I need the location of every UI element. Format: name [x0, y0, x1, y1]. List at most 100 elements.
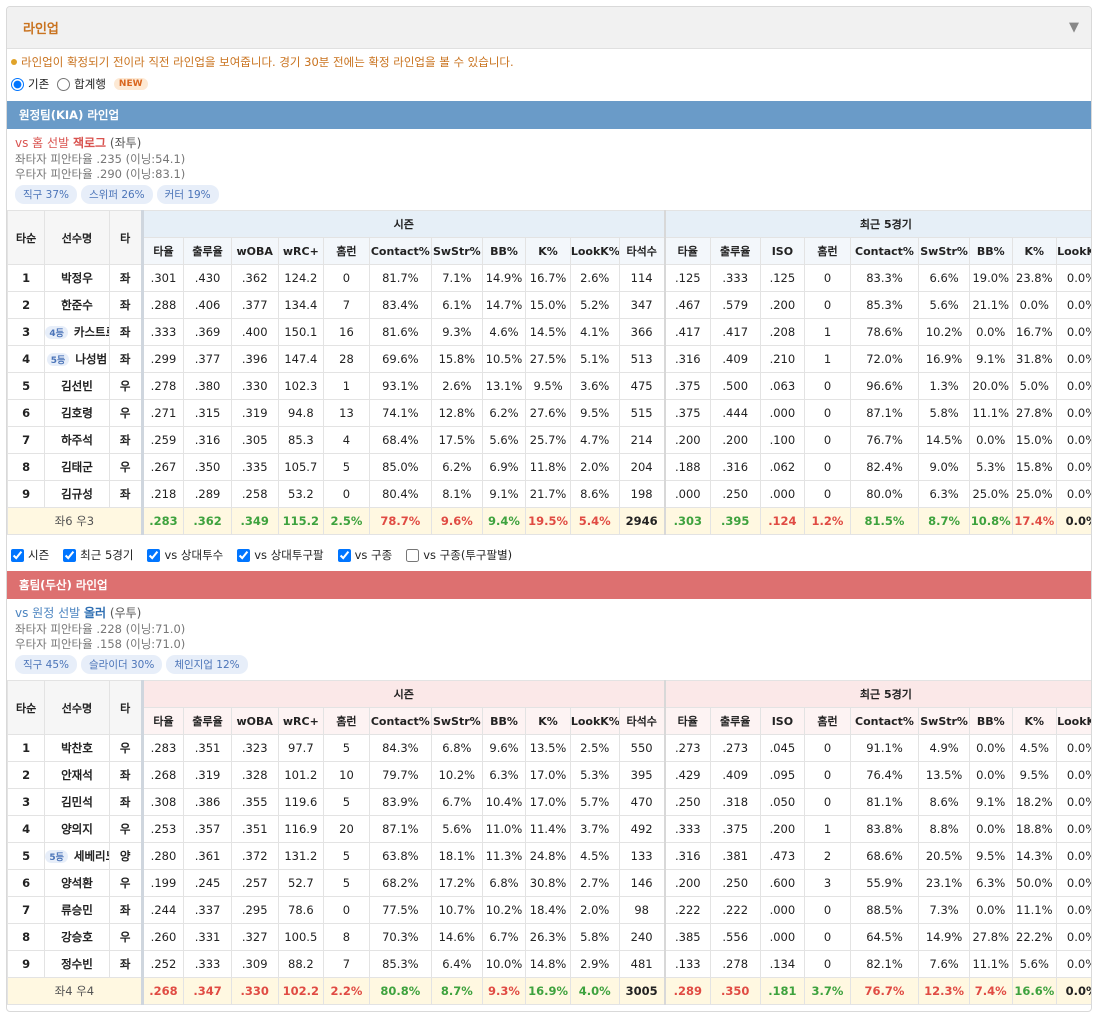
col-season-stat[interactable]: 타율: [141, 707, 185, 735]
filter-checkbox-input[interactable]: [337, 548, 351, 562]
col-season-stat[interactable]: BB%: [481, 707, 527, 735]
col-recent-stat[interactable]: Contact%: [849, 707, 920, 735]
filter-checkbox-input[interactable]: [147, 548, 161, 562]
filter-checkbox-input[interactable]: [406, 548, 420, 562]
col-season-stat[interactable]: wOBA: [230, 237, 279, 265]
player-name[interactable]: 정수빈: [61, 957, 93, 971]
player-name-cell[interactable]: 박찬호: [44, 734, 110, 762]
col-season-stat[interactable]: 홈런: [323, 237, 370, 265]
player-name-cell[interactable]: 강승호: [44, 923, 110, 951]
panel-header[interactable]: 라인업 ▼: [7, 7, 1091, 49]
player-name-cell[interactable]: 하주석: [44, 426, 110, 454]
filter-checkbox[interactable]: 최근 5경기: [63, 547, 133, 563]
filter-checkbox[interactable]: 시즌: [11, 547, 49, 563]
player-name-cell[interactable]: 양석환: [44, 869, 110, 897]
radio-default-input[interactable]: [11, 77, 24, 91]
col-season-stat[interactable]: K%: [525, 237, 571, 265]
player-name-cell[interactable]: 김민석: [44, 788, 110, 816]
player-name-cell[interactable]: 김태군: [44, 453, 110, 481]
player-name[interactable]: 김규성: [61, 487, 93, 501]
player-name[interactable]: 안재석: [61, 768, 93, 782]
col-season-stat[interactable]: 출루율: [183, 707, 232, 735]
player-name-cell[interactable]: 김호령: [44, 399, 110, 427]
col-recent-stat[interactable]: 타율: [664, 237, 711, 265]
col-season-stat[interactable]: 출루율: [183, 237, 232, 265]
filter-checkbox[interactable]: vs 구종(투구팔별): [406, 547, 512, 563]
col-season-stat[interactable]: SwStr%: [430, 707, 483, 735]
filter-checkbox-input[interactable]: [11, 548, 24, 562]
col-season-stat[interactable]: Contact%: [368, 237, 432, 265]
player-name[interactable]: 김호령: [61, 406, 93, 420]
col-season-stat[interactable]: K%: [525, 707, 571, 735]
col-season-stat[interactable]: 타율: [141, 237, 185, 265]
col-season-stat[interactable]: 홈런: [323, 707, 370, 735]
radio-total-input[interactable]: [57, 77, 71, 91]
player-name-cell[interactable]: 김선빈: [44, 372, 110, 400]
player-name[interactable]: 한준수: [61, 298, 93, 312]
col-season-stat[interactable]: 타석수: [618, 237, 666, 265]
player-name[interactable]: 김선빈: [61, 379, 93, 393]
col-season-stat[interactable]: Contact%: [368, 707, 432, 735]
col-recent-stat[interactable]: SwStr%: [918, 707, 970, 735]
triangle-down-icon[interactable]: ▼: [1069, 20, 1079, 35]
player-name-cell[interactable]: 안재석: [44, 761, 110, 789]
filter-checkbox-input[interactable]: [237, 548, 251, 562]
recent-stat-cell: 85.3%: [849, 291, 920, 319]
col-recent-stat[interactable]: BB%: [969, 237, 1013, 265]
player-name[interactable]: 김태군: [61, 460, 93, 474]
col-season-stat[interactable]: BB%: [481, 237, 527, 265]
col-recent-stat[interactable]: 타율: [664, 707, 711, 735]
player-name-cell[interactable]: 4등 카스트로: [44, 318, 110, 346]
filter-checkbox[interactable]: vs 구종: [337, 547, 392, 563]
player-name-cell[interactable]: 5등 나성범: [44, 345, 110, 373]
player-name-cell[interactable]: 정수빈: [44, 950, 110, 978]
col-recent-stat[interactable]: LookK%: [1056, 707, 1091, 735]
col-recent-stat[interactable]: K%: [1011, 237, 1058, 265]
col-season-stat[interactable]: SwStr%: [430, 237, 483, 265]
col-recent-stat[interactable]: 홈런: [804, 707, 851, 735]
radio-total[interactable]: 합계행: [57, 76, 106, 92]
col-season-stat[interactable]: wRC+: [277, 237, 325, 265]
col-recent-stat[interactable]: BB%: [969, 707, 1013, 735]
player-name[interactable]: 세베리노: [74, 849, 108, 863]
player-name[interactable]: 김민석: [61, 795, 93, 809]
player-name-cell[interactable]: 양의지: [44, 815, 110, 843]
col-season-stat[interactable]: wRC+: [277, 707, 325, 735]
away-pitcher-name[interactable]: 잭로그: [73, 136, 106, 150]
player-name[interactable]: 박정우: [61, 271, 93, 285]
batting-order: 2: [7, 761, 46, 789]
recent-stat-cell: 0.0%: [969, 761, 1013, 789]
col-recent-stat[interactable]: SwStr%: [918, 237, 970, 265]
col-season-stat[interactable]: LookK%: [569, 237, 620, 265]
filter-checkbox[interactable]: vs 상대투수: [147, 547, 223, 563]
col-recent-stat[interactable]: ISO: [759, 707, 806, 735]
player-name-cell[interactable]: 류승민: [44, 896, 110, 924]
player-name[interactable]: 카스트로: [74, 325, 108, 339]
filter-checkbox[interactable]: vs 상대투구팔: [237, 547, 324, 563]
player-name[interactable]: 강승호: [61, 930, 93, 944]
player-name[interactable]: 나성범: [75, 352, 107, 366]
player-name[interactable]: 박찬호: [61, 741, 93, 755]
home-pitcher-name[interactable]: 올러: [84, 606, 106, 620]
player-name-cell[interactable]: 김규성: [44, 480, 110, 508]
col-recent-stat[interactable]: K%: [1011, 707, 1058, 735]
col-recent-stat[interactable]: ISO: [759, 237, 806, 265]
col-recent-stat[interactable]: Contact%: [849, 237, 920, 265]
player-name[interactable]: 류승민: [61, 903, 93, 917]
radio-default[interactable]: 기존: [11, 76, 49, 92]
col-season-stat[interactable]: LookK%: [569, 707, 620, 735]
player-name-cell[interactable]: 한준수: [44, 291, 110, 319]
player-name[interactable]: 하주석: [61, 433, 93, 447]
col-recent-stat[interactable]: LookK%: [1056, 237, 1091, 265]
col-recent-stat[interactable]: 출루율: [709, 707, 761, 735]
player-name-cell[interactable]: 5등 세베리노: [44, 842, 110, 870]
col-season-stat[interactable]: 타석수: [618, 707, 666, 735]
player-name-cell[interactable]: 박정우: [44, 264, 110, 292]
col-recent-stat[interactable]: 홈런: [804, 237, 851, 265]
filter-checkbox-input[interactable]: [63, 548, 77, 562]
col-recent-stat[interactable]: 출루율: [709, 237, 761, 265]
player-name[interactable]: 양의지: [61, 822, 93, 836]
season-stat-cell: .289: [183, 480, 232, 508]
player-name[interactable]: 양석환: [61, 876, 93, 890]
col-season-stat[interactable]: wOBA: [230, 707, 279, 735]
